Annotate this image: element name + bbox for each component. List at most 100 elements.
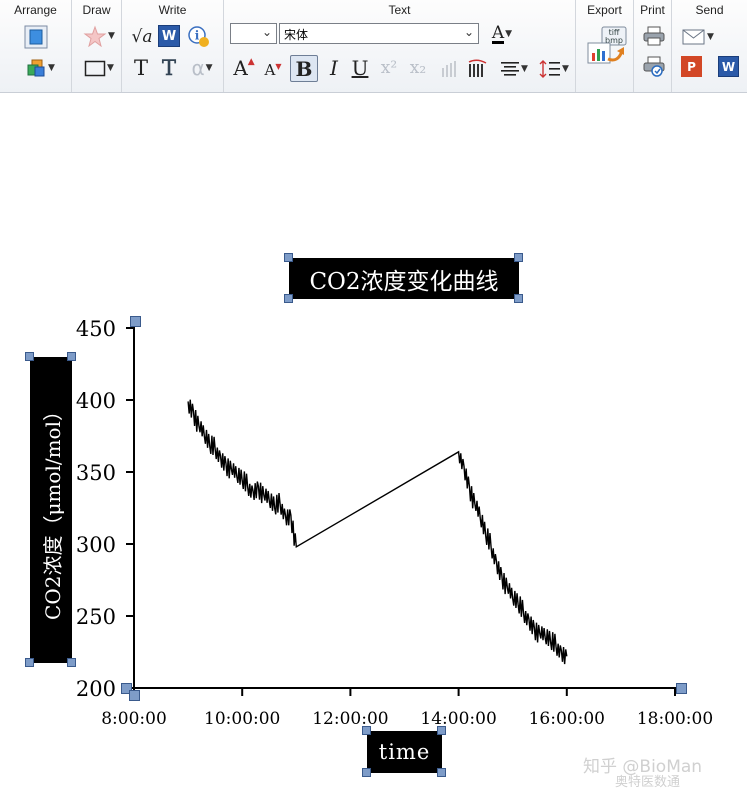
printer-icon — [643, 26, 665, 46]
resize-handle[interactable] — [67, 658, 76, 667]
text-spacing-icon — [468, 59, 487, 77]
y-tick-label: 450 — [76, 317, 116, 341]
resize-handle[interactable] — [362, 768, 371, 777]
x-tick-label: 18:00:00 — [637, 709, 713, 729]
x-tick-label: 14:00:00 — [420, 709, 496, 729]
send-powerpoint-button[interactable]: P — [681, 56, 702, 77]
chart-canvas[interactable]: 8:00:00 10:00:00 12:00:00 14:00:00 16:00:00 1… — [0, 94, 747, 797]
send-word-button[interactable]: W — [718, 56, 739, 77]
rectangle-shape-button[interactable]: ▼ — [79, 56, 119, 80]
text-spacing-button[interactable] — [466, 57, 490, 81]
resize-handle[interactable] — [67, 352, 76, 361]
star-shape-icon — [83, 25, 107, 47]
resize-handle[interactable] — [437, 726, 446, 735]
grow-font-label: A — [233, 56, 248, 80]
line-spacing-icon — [539, 60, 561, 78]
resize-handle[interactable] — [437, 768, 446, 777]
font-name-select[interactable]: 宋体 ⌄ — [279, 23, 479, 44]
export-group-title: Export — [587, 3, 622, 17]
line-spacing-button[interactable]: ▼ — [536, 57, 572, 81]
envelope-icon — [682, 29, 705, 45]
y-axis-label-box[interactable]: CO2浓度（μmol/mol） — [30, 357, 72, 663]
ribbon-toolbar: Arrange ▼ Draw ▼ ▼ Write √a W i T T α ▼ T… — [0, 0, 747, 93]
arrange-group: Arrange ▼ — [0, 0, 72, 92]
export-image-button[interactable]: tiff bmp — [584, 24, 628, 72]
arrow-up-icon: ▲ — [247, 57, 255, 67]
text-effect-button[interactable] — [438, 57, 460, 81]
font-color-button[interactable]: A ▼ — [482, 22, 522, 46]
x-tick-label: 16:00:00 — [529, 709, 605, 729]
arrange-shapes-icon — [27, 59, 45, 77]
underline-button[interactable]: U — [348, 55, 372, 81]
resize-handle[interactable] — [284, 253, 293, 262]
italic-button[interactable]: I — [322, 55, 346, 81]
y-axis-end-handle[interactable] — [130, 316, 141, 327]
align-center-icon — [501, 62, 520, 76]
align-button[interactable]: ▼ — [496, 57, 532, 81]
print-group: Print — [634, 0, 672, 92]
chevron-down-icon: ▼ — [108, 31, 115, 41]
resize-handle[interactable] — [25, 658, 34, 667]
arrange-group-title: Arrange — [14, 3, 57, 17]
svg-text:i: i — [195, 29, 200, 43]
chevron-down-icon: ▼ — [107, 63, 114, 73]
chevron-down-icon: ⌄ — [463, 25, 474, 39]
watermark-subtitle: 奥特医数通 — [615, 775, 681, 790]
resize-handle[interactable] — [284, 294, 293, 303]
x-axis-end-handle[interactable] — [676, 683, 687, 694]
resize-handle[interactable] — [514, 294, 523, 303]
chevron-down-icon: ▼ — [48, 63, 55, 73]
print-preview-icon — [643, 56, 665, 77]
shrink-font-label: A — [264, 61, 276, 79]
symbol-button[interactable]: α ▼ — [186, 55, 218, 81]
text-effect-icon — [442, 61, 456, 77]
bring-to-front-button[interactable] — [22, 24, 50, 50]
chart-title[interactable]: CO2浓度变化曲线 — [289, 258, 519, 299]
chevron-down-icon: ▼ — [562, 64, 569, 74]
print-button[interactable] — [642, 24, 666, 48]
export-image-icon: tiff bmp — [587, 26, 627, 64]
resize-handle[interactable] — [25, 352, 34, 361]
x-ticks: 8:00:00 10:00:00 12:00:00 14:00:00 16:00:00 1… — [101, 688, 713, 729]
line-chart: 8:00:00 10:00:00 12:00:00 14:00:00 16:00:00 1… — [76, 317, 713, 729]
axis-origin-handle[interactable] — [129, 690, 140, 701]
y-tick-label: 350 — [76, 461, 116, 485]
y-tick-label: 300 — [76, 533, 116, 557]
x-axis-label[interactable]: time — [367, 731, 442, 773]
print-group-title: Print — [640, 3, 665, 17]
draw-group-title: Draw — [82, 3, 111, 17]
plain-text-button[interactable]: T — [130, 55, 152, 81]
grow-font-button[interactable]: A ▲ — [232, 55, 256, 81]
arrange-menu-button[interactable]: ▼ — [22, 56, 58, 80]
chevron-down-icon: ▼ — [521, 64, 528, 74]
send-group: Send ▼ P W — [672, 0, 747, 92]
font-size-select[interactable]: ⌄ — [230, 23, 277, 44]
write-group-title: Write — [158, 3, 187, 17]
info-insert-icon: i — [188, 26, 209, 47]
word-insert-button[interactable]: W — [158, 25, 180, 47]
superscript-button[interactable]: x² — [376, 55, 402, 81]
x-tick-label: 8:00:00 — [101, 709, 167, 729]
shrink-font-button[interactable]: A ▼ — [262, 58, 284, 82]
alpha-label: α — [191, 56, 205, 80]
print-preview-button[interactable] — [642, 55, 666, 79]
resize-handle[interactable] — [362, 726, 371, 735]
equation-button[interactable]: √a — [130, 24, 154, 50]
font-name-value: 宋体 — [284, 28, 309, 42]
y-tick-label: 250 — [76, 605, 116, 629]
rectangle-icon — [84, 60, 106, 77]
chevron-down-icon: ⌄ — [261, 25, 272, 39]
star-shape-button[interactable]: ▼ — [79, 24, 119, 48]
bold-button[interactable]: B — [290, 55, 318, 82]
export-group: Export tiff bmp — [576, 0, 634, 92]
send-email-button[interactable]: ▼ — [680, 25, 716, 49]
insert-info-button[interactable]: i — [186, 24, 212, 50]
y-axis-label: CO2浓度（μmol/mol） — [40, 400, 65, 620]
resize-handle[interactable] — [514, 253, 523, 262]
text-group: Text ⌄ 宋体 ⌄ A ▼ A ▲ A ▼ B I U x² x₂ ▼ ▼ — [224, 0, 576, 92]
chevron-down-icon: ▼ — [505, 29, 513, 39]
outline-text-button[interactable]: T — [158, 55, 180, 81]
send-group-title: Send — [695, 3, 724, 17]
draw-group: Draw ▼ ▼ — [72, 0, 122, 92]
subscript-button[interactable]: x₂ — [405, 55, 431, 81]
